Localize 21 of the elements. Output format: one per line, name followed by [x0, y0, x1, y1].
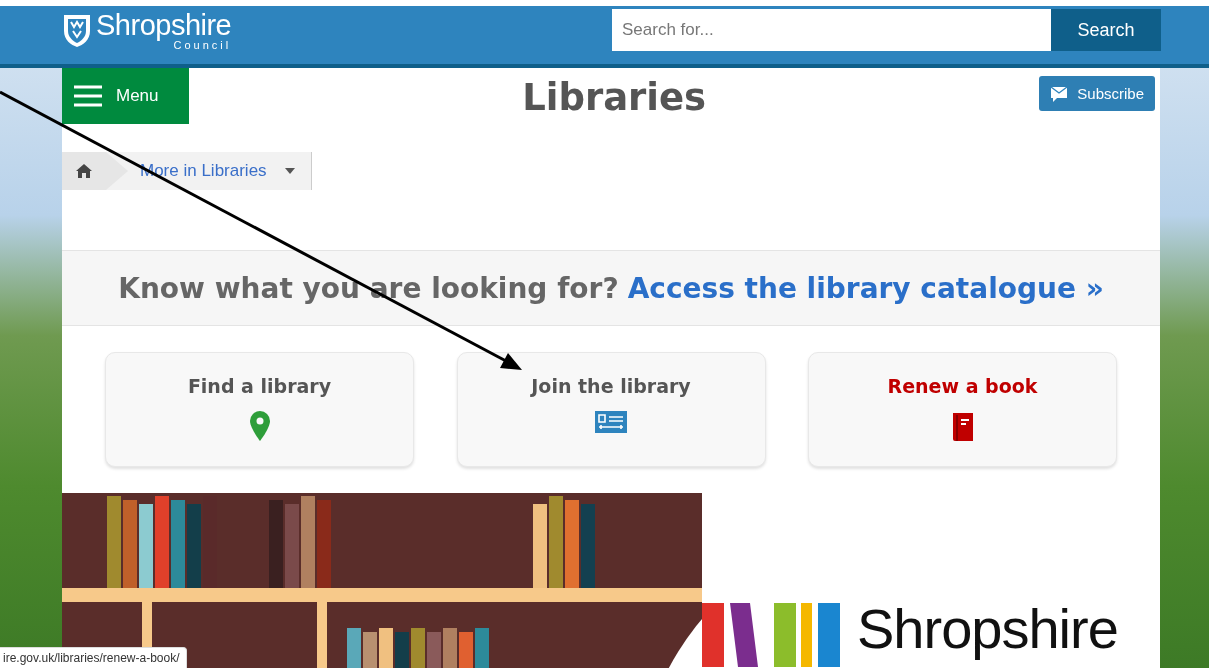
- id-card-icon: [595, 411, 627, 433]
- search-field[interactable]: Search for...: [612, 9, 1051, 51]
- status-bar-url: ire.gov.uk/libraries/renew-a-book/: [0, 647, 187, 668]
- caret-icon: [284, 168, 295, 174]
- catalogue-link[interactable]: Access the library catalogue »: [627, 271, 1104, 305]
- catalogue-prompt: Know what you are looking for?: [118, 271, 619, 305]
- subscribe-button[interactable]: Subscribe: [1039, 76, 1155, 111]
- service-card[interactable]: Find a library: [105, 352, 414, 467]
- menu-icon: [74, 85, 102, 107]
- shield-crest-icon: [62, 13, 92, 49]
- logo-wordmark: Shropshire: [96, 11, 232, 40]
- envelope-icon: [1050, 84, 1069, 103]
- service-card[interactable]: Join the library: [456, 352, 766, 467]
- page-title: Libraries: [522, 76, 707, 119]
- service-card[interactable]: Renew a book: [808, 352, 1117, 467]
- home-link[interactable]: [62, 152, 106, 190]
- search-button[interactable]: Search: [1051, 9, 1161, 51]
- map-pin-icon: [249, 411, 270, 441]
- home-icon: [76, 164, 92, 178]
- menu-button[interactable]: Menu: [62, 68, 189, 124]
- logo-subtitle: Council: [173, 40, 232, 51]
